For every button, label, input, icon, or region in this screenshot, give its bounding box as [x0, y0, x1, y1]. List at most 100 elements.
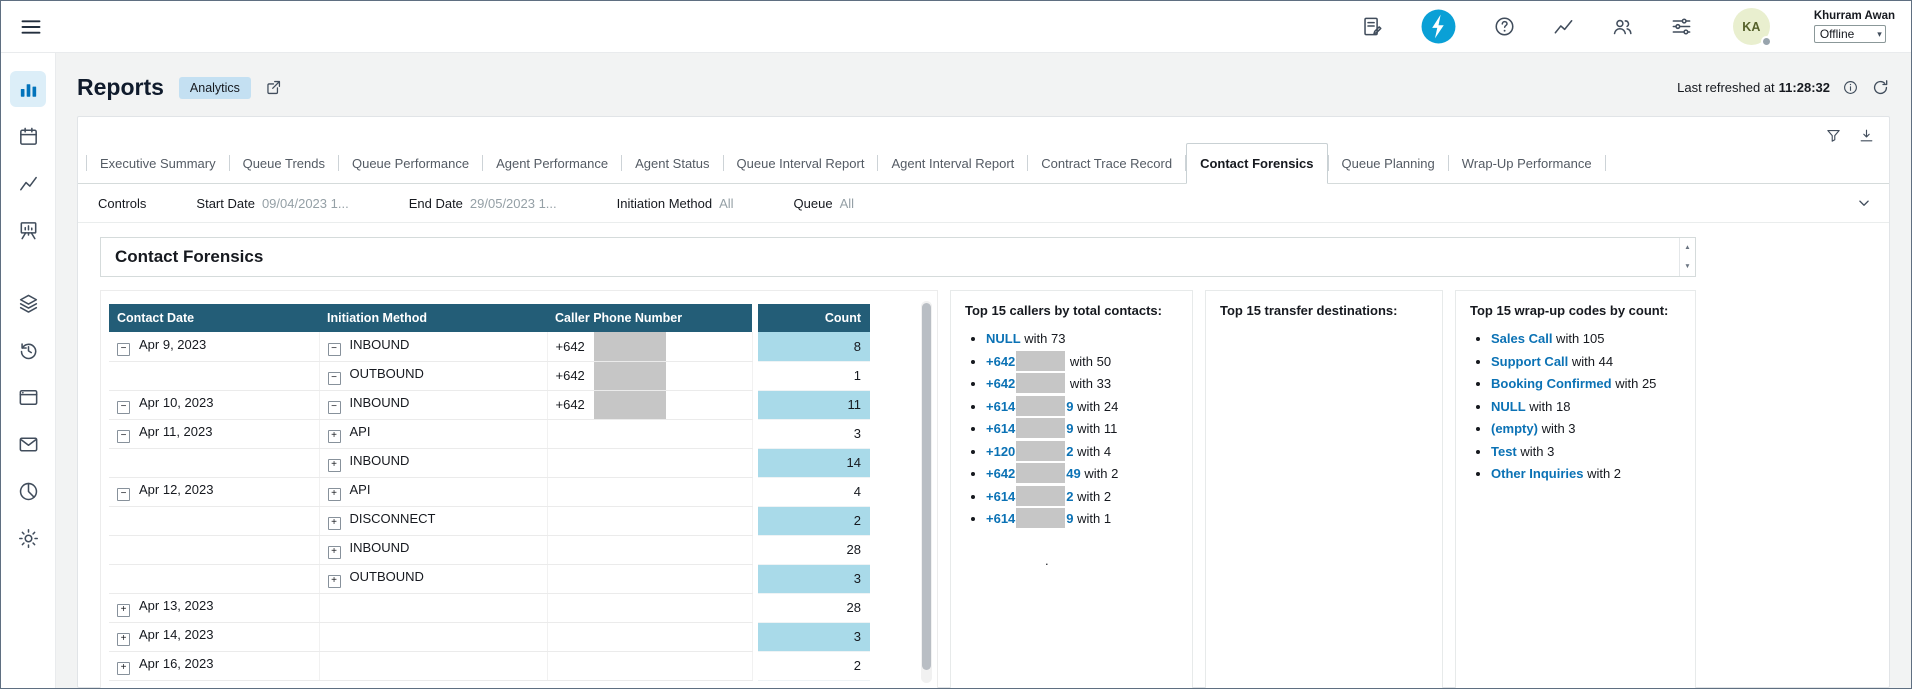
expand-toggle-icon[interactable]: + — [328, 546, 341, 559]
collapse-toggle-icon[interactable]: − — [328, 343, 341, 356]
control-filter-queue[interactable]: QueueAll — [794, 196, 855, 211]
info-icon[interactable] — [1842, 79, 1859, 96]
item-link[interactable]: +614 — [986, 421, 1015, 436]
stepper-up-icon[interactable]: ▲ — [1680, 238, 1695, 257]
sidebar-bar-chart-icon[interactable] — [10, 71, 46, 107]
expand-toggle-icon[interactable]: + — [117, 662, 130, 675]
scrollbar-thumb[interactable] — [922, 303, 931, 670]
item-link[interactable]: +614 — [986, 511, 1015, 526]
table-scrollbar[interactable] — [921, 301, 932, 683]
control-filter-initiation-method[interactable]: Initiation MethodAll — [617, 196, 734, 211]
count-cell[interactable]: 4 — [758, 477, 870, 506]
sidebar-line-chart-icon[interactable] — [10, 165, 46, 201]
stepper-down-icon[interactable]: ▼ — [1680, 257, 1695, 276]
item-link[interactable]: Sales Call — [1491, 331, 1552, 346]
count-cell[interactable]: 3 — [758, 564, 870, 593]
list-item: NULL with 18 — [1491, 396, 1681, 419]
tab-contact-forensics[interactable]: Contact Forensics — [1186, 143, 1327, 184]
collapse-toggle-icon[interactable]: − — [328, 372, 341, 385]
count-cell[interactable]: 2 — [758, 506, 870, 535]
item-link-tail[interactable]: 2 — [1066, 444, 1073, 459]
item-link[interactable]: +642 — [986, 354, 1015, 369]
expand-toggle-icon[interactable]: + — [328, 459, 341, 472]
tab-queue-planning[interactable]: Queue Planning — [1329, 143, 1448, 184]
item-link[interactable]: +642 — [986, 466, 1015, 481]
metrics-icon[interactable] — [1552, 15, 1575, 38]
refresh-icon[interactable] — [1871, 78, 1890, 97]
expand-toggle-icon[interactable]: + — [117, 604, 130, 617]
collapse-toggle-icon[interactable]: − — [117, 430, 130, 443]
open-external-icon[interactable] — [264, 78, 283, 97]
contact-date-value: Apr 10, 2023 — [139, 395, 213, 410]
collapse-toggle-icon[interactable]: − — [328, 401, 341, 414]
sidebar-pie-chart-icon[interactable] — [10, 473, 46, 509]
sidebar-window-icon[interactable] — [10, 379, 46, 415]
count-cell[interactable]: 2 — [758, 651, 870, 680]
tab-queue-interval-report[interactable]: Queue Interval Report — [724, 143, 878, 184]
expand-toggle-icon[interactable]: + — [328, 517, 341, 530]
collapse-toggle-icon[interactable]: − — [117, 488, 130, 501]
tab-queue-performance[interactable]: Queue Performance — [339, 143, 482, 184]
filter-icon[interactable] — [1825, 127, 1842, 144]
item-link-tail[interactable]: 49 — [1066, 466, 1080, 481]
count-cell[interactable]: 14 — [758, 448, 870, 477]
tab-wrap-up-performance[interactable]: Wrap-Up Performance — [1449, 143, 1605, 184]
item-link[interactable]: Test — [1491, 444, 1517, 459]
item-link[interactable]: +120 — [986, 444, 1015, 459]
sidebar-mail-icon[interactable] — [10, 426, 46, 462]
col-header-caller-phone[interactable]: Caller Phone Number — [547, 304, 752, 332]
tab-agent-performance[interactable]: Agent Performance — [483, 143, 621, 184]
control-filter-end-date[interactable]: End Date29/05/2023 1... — [409, 196, 557, 211]
help-icon[interactable] — [1493, 15, 1516, 38]
count-cell[interactable]: 3 — [758, 419, 870, 448]
count-cell[interactable]: 1 — [758, 361, 870, 390]
item-link-tail[interactable]: 2 — [1066, 489, 1073, 504]
collapse-toggle-icon[interactable]: − — [117, 343, 130, 356]
tab-agent-status[interactable]: Agent Status — [622, 143, 722, 184]
sidebar-history-icon[interactable] — [10, 332, 46, 368]
lightning-icon[interactable] — [1420, 8, 1457, 45]
expand-toggle-icon[interactable]: + — [328, 575, 341, 588]
sidebar-layers-icon[interactable] — [10, 285, 46, 321]
count-cell[interactable]: 28 — [758, 535, 870, 564]
sidebar-calendar-icon[interactable] — [10, 118, 46, 154]
item-link-tail[interactable]: 9 — [1066, 421, 1073, 436]
item-link[interactable]: NULL — [986, 331, 1021, 346]
item-link[interactable]: NULL — [1491, 399, 1526, 414]
collapse-toggle-icon[interactable]: − — [117, 401, 130, 414]
sidebar-gear-icon[interactable] — [10, 520, 46, 556]
control-filter-start-date[interactable]: Start Date09/04/2023 1... — [196, 196, 348, 211]
count-cell[interactable]: 28 — [758, 593, 870, 622]
count-cell[interactable]: 8 — [758, 332, 870, 361]
item-link[interactable]: +614 — [986, 399, 1015, 414]
collapse-controls-icon[interactable] — [1855, 194, 1873, 212]
item-link[interactable]: Other Inquiries — [1491, 466, 1583, 481]
col-header-count[interactable]: Count — [758, 304, 870, 332]
sidebar-easel-chart-icon[interactable] — [10, 212, 46, 248]
item-link[interactable]: Booking Confirmed — [1491, 376, 1612, 391]
expand-toggle-icon[interactable]: + — [328, 488, 341, 501]
item-link-tail[interactable]: 9 — [1066, 511, 1073, 526]
item-link-tail[interactable]: 9 — [1066, 399, 1073, 414]
tab-queue-trends[interactable]: Queue Trends — [230, 143, 338, 184]
col-header-contact-date[interactable]: Contact Date — [109, 304, 319, 332]
count-cell[interactable]: 3 — [758, 622, 870, 651]
sliders-icon[interactable] — [1670, 15, 1693, 38]
item-link[interactable]: (empty) — [1491, 421, 1538, 436]
item-link[interactable]: +642 — [986, 376, 1015, 391]
users-icon[interactable] — [1611, 15, 1634, 38]
item-link[interactable]: Support Call — [1491, 354, 1568, 369]
tab-contract-trace-record[interactable]: Contract Trace Record — [1028, 143, 1185, 184]
tab-executive-summary[interactable]: Executive Summary — [87, 143, 229, 184]
menu-icon[interactable] — [19, 15, 43, 39]
col-header-initiation-method[interactable]: Initiation Method — [319, 304, 547, 332]
download-icon[interactable] — [1858, 127, 1875, 144]
tab-agent-interval-report[interactable]: Agent Interval Report — [878, 143, 1027, 184]
avatar[interactable]: KA — [1733, 8, 1770, 45]
status-select[interactable]: Offline ▾ — [1814, 25, 1886, 43]
notes-icon[interactable] — [1361, 15, 1384, 38]
count-cell[interactable]: 11 — [758, 390, 870, 419]
expand-toggle-icon[interactable]: + — [117, 633, 130, 646]
expand-toggle-icon[interactable]: + — [328, 430, 341, 443]
item-link[interactable]: +614 — [986, 489, 1015, 504]
